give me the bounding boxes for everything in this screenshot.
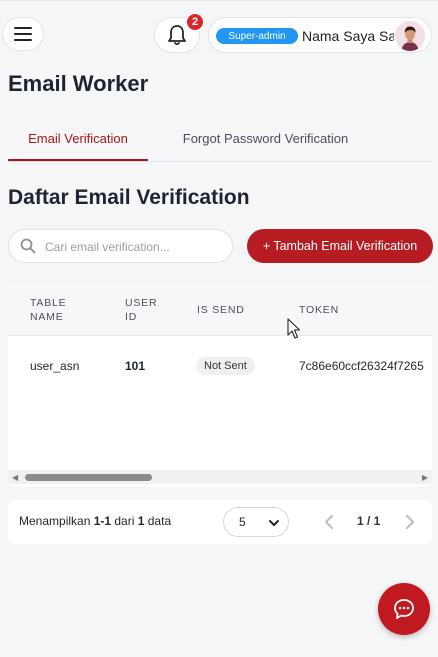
chat-button[interactable]: [378, 583, 430, 635]
role-badge: Super-admin: [216, 28, 298, 44]
status-badge: Not Sent: [196, 357, 255, 375]
column-header-is-send[interactable]: IS SEND: [197, 303, 245, 317]
section-title: Daftar Email Verification: [8, 186, 250, 209]
table-header: TABLE NAME USER ID IS SEND TOKEN: [8, 284, 432, 336]
column-header-label: IS SEND: [197, 304, 245, 316]
summary-prefix: Menampilkan: [19, 514, 94, 528]
pagination-bar: Menampilkan 1-1 dari 1 data 5 1 / 1: [8, 500, 432, 544]
summary-range: 1-1: [93, 514, 112, 528]
page-size-select[interactable]: 5: [223, 507, 289, 537]
chevron-down-icon: [269, 520, 279, 526]
avatar: [395, 21, 425, 51]
hamburger-icon: [14, 27, 32, 41]
page-indicator: 1 / 1: [357, 514, 381, 528]
cell-table-name: user_asn: [30, 359, 80, 373]
avatar-icon: [395, 21, 425, 51]
user-name: Nama Saya Sa: [302, 28, 394, 44]
column-header-label: TABLE: [30, 297, 67, 309]
scroll-left-arrow-icon[interactable]: ◀: [12, 473, 18, 482]
search-icon: [20, 238, 36, 254]
scrollbar-thumb[interactable]: [25, 474, 152, 481]
tab-divider: [8, 161, 432, 162]
column-header-user-id[interactable]: USER ID: [125, 296, 157, 324]
summary-middle: dari: [111, 514, 138, 528]
bell-icon: [168, 25, 186, 46]
user-menu[interactable]: Super-admin Nama Saya Sa: [208, 17, 432, 53]
scroll-right-arrow-icon[interactable]: ▶: [422, 473, 428, 482]
column-header-label: NAME: [30, 311, 64, 323]
data-table: TABLE NAME USER ID IS SEND TOKEN user_as…: [8, 284, 432, 487]
tab-bar: Email Verification Forgot Password Verif…: [8, 120, 432, 162]
horizontal-scrollbar[interactable]: ◀ ▶: [8, 470, 432, 484]
mouse-cursor-icon: [287, 318, 301, 339]
column-header-token[interactable]: TOKEN: [299, 303, 339, 317]
tab-email-verification[interactable]: Email Verification: [8, 120, 148, 162]
column-header-label: ID: [125, 311, 138, 323]
prev-page-button[interactable]: [320, 512, 340, 532]
chat-icon: [394, 599, 414, 619]
cell-user-id: 101: [125, 359, 146, 373]
top-bar: 2 Super-admin Nama Saya Sa: [0, 0, 438, 70]
notification-count-badge: 2: [186, 13, 204, 31]
tab-forgot-password-verification[interactable]: Forgot Password Verification: [168, 120, 363, 162]
column-header-label: TOKEN: [299, 304, 339, 316]
cell-token: 7c86e60ccf26324f7265: [299, 359, 424, 373]
summary-suffix: data: [144, 514, 172, 528]
column-header-label: USER: [125, 297, 158, 309]
search-input[interactable]: [45, 236, 225, 258]
column-header-table-name[interactable]: TABLE NAME: [30, 296, 66, 324]
page-size-value: 5: [239, 515, 246, 529]
search-box[interactable]: [8, 229, 233, 263]
add-email-verification-button[interactable]: + Tambah Email Verification: [247, 229, 433, 263]
next-page-button[interactable]: [399, 512, 419, 532]
page-title: Email Worker: [8, 71, 149, 96]
showing-summary: Menampilkan 1-1 dari 1 data: [19, 514, 171, 528]
menu-button[interactable]: [2, 17, 44, 51]
